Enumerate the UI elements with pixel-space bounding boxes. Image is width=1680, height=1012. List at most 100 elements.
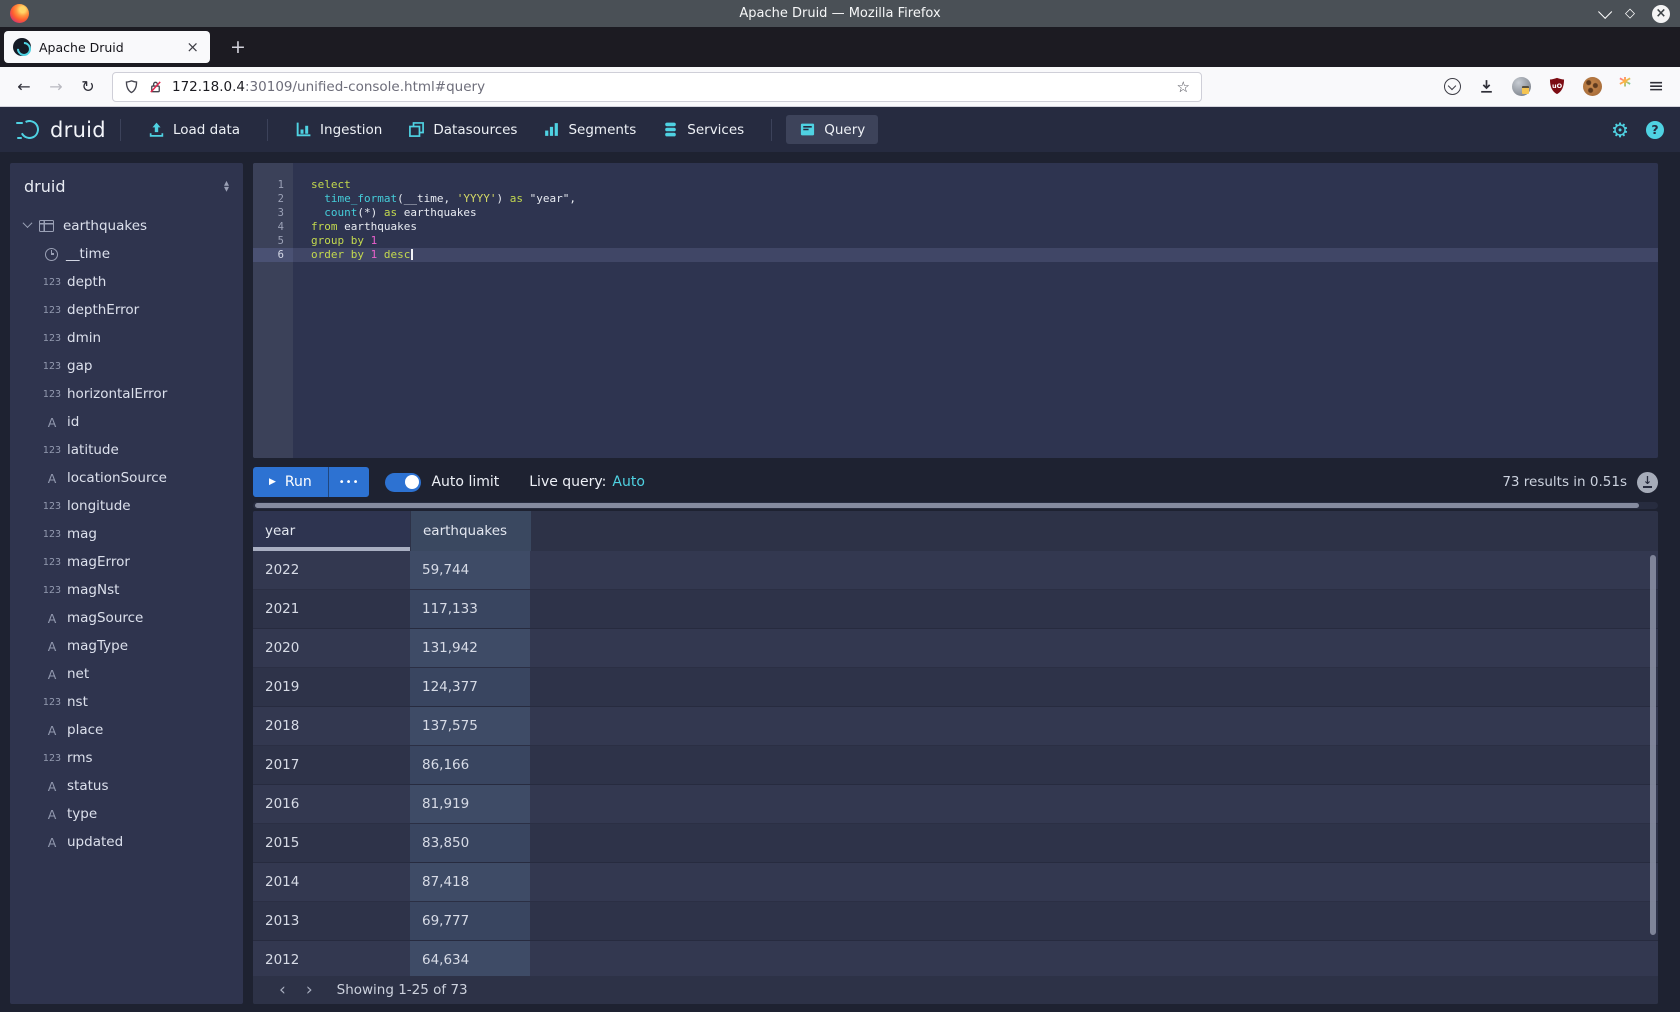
run-button[interactable]: ▶ Run [253,467,328,497]
reload-icon[interactable]: ↻ [74,77,102,96]
vertical-scrollbar-thumb[interactable] [1650,555,1656,935]
code-line: time_format(__time, 'YYYY') as "year", [293,192,1658,206]
column-item-place[interactable]: Aplace [10,716,243,744]
cell-year[interactable]: 2013 [253,902,410,940]
downloads-icon[interactable] [1478,78,1495,95]
tab-close-icon[interactable]: × [184,38,201,56]
column-item-locationSource[interactable]: AlocationSource [10,464,243,492]
cell-year[interactable]: 2016 [253,785,410,823]
nav-item-ingestion[interactable]: Ingestion [282,115,395,144]
tab-apache-druid[interactable]: Apache Druid × [4,31,210,63]
live-query-value[interactable]: Auto [612,474,645,490]
cell-earthquakes[interactable]: 124,377 [410,668,530,706]
column-item-status[interactable]: Astatus [10,772,243,800]
help-icon[interactable]: ? [1646,121,1664,139]
download-results-icon[interactable]: ↓ [1637,472,1658,493]
column-item-__time[interactable]: __time [10,240,243,268]
column-item-gap[interactable]: 123gap [10,352,243,380]
cell-earthquakes[interactable]: 87,418 [410,863,530,901]
schema-title[interactable]: druid [24,177,65,196]
cell-year[interactable]: 2022 [253,551,410,589]
column-item-updated[interactable]: Aupdated [10,828,243,856]
druid-logo-icon [16,118,42,142]
column-header-year[interactable]: year [253,511,410,551]
extension-asterisk-icon[interactable]: * [1619,77,1631,96]
cell-earthquakes[interactable]: 83,850 [410,824,530,862]
nav-item-query[interactable]: Query [786,115,878,144]
number-type-icon: 123 [40,753,64,764]
cell-year[interactable]: 2019 [253,668,410,706]
cell-year[interactable]: 2021 [253,590,410,628]
forward-icon[interactable]: → [42,77,70,96]
close-icon[interactable]: × [1652,5,1670,23]
sql-editor[interactable]: 123456 select time_format(__time, 'YYYY'… [253,163,1658,458]
cell-earthquakes[interactable]: 117,133 [410,590,530,628]
code-line: select [293,178,1658,192]
column-item-rms[interactable]: 123rms [10,744,243,772]
column-item-latitude[interactable]: 123latitude [10,436,243,464]
nav-item-load-data[interactable]: Load data [135,115,253,144]
nav-item-datasources[interactable]: Datasources [395,115,530,144]
cell-earthquakes[interactable]: 86,166 [410,746,530,784]
sort-columns-icon[interactable]: ▲▼ [224,181,229,192]
menu-icon[interactable]: ≡ [1648,77,1664,96]
next-page-icon[interactable]: › [296,982,323,999]
string-type-icon: A [40,667,64,682]
minimize-icon[interactable] [1598,4,1612,18]
column-name: __time [66,246,110,262]
column-item-id[interactable]: Aid [10,408,243,436]
ublock-origin-icon[interactable]: uO [1548,77,1566,96]
column-item-horizontalError[interactable]: 123horizontalError [10,380,243,408]
column-item-magError[interactable]: 123magError [10,548,243,576]
column-item-depth[interactable]: 123depth [10,268,243,296]
cell-earthquakes[interactable]: 131,942 [410,629,530,667]
column-header-earthquakes[interactable]: earthquakes [411,511,531,551]
maximize-icon[interactable]: ◇ [1625,7,1635,20]
column-item-longitude[interactable]: 123longitude [10,492,243,520]
column-item-depthError[interactable]: 123depthError [10,296,243,324]
cell-year[interactable]: 2015 [253,824,410,862]
column-item-type[interactable]: Atype [10,800,243,828]
column-item-net[interactable]: Anet [10,660,243,688]
account-extension-icon[interactable] [1512,77,1531,96]
column-item-mag[interactable]: 123mag [10,520,243,548]
bookmark-star-icon[interactable]: ☆ [1177,78,1190,96]
chevron-down-icon[interactable] [23,218,33,228]
nav-item-segments[interactable]: Segments [530,115,649,144]
cell-year[interactable]: 2018 [253,707,410,745]
datasource-item-earthquakes[interactable]: earthquakes [10,212,243,240]
column-item-magSource[interactable]: AmagSource [10,604,243,632]
cell-earthquakes[interactable]: 64,634 [410,941,530,976]
column-item-magType[interactable]: AmagType [10,632,243,660]
query-view: druid ▲▼ earthquakes __time 123depth123de… [0,152,1680,1012]
back-icon[interactable]: ← [10,77,38,96]
cell-year[interactable]: 2017 [253,746,410,784]
code-line: count(*) as earthquakes [293,206,1658,220]
new-tab-button[interactable]: + [224,36,252,58]
cell-year[interactable]: 2020 [253,629,410,667]
lock-disabled-icon[interactable] [148,79,163,95]
cell-earthquakes[interactable]: 59,744 [410,551,530,589]
cell-year[interactable]: 2014 [253,863,410,901]
shield-icon[interactable] [124,79,139,95]
cell-earthquakes[interactable]: 81,919 [410,785,530,823]
cell-earthquakes[interactable]: 137,575 [410,707,530,745]
cell-year[interactable]: 2012 [253,941,410,976]
column-item-dmin[interactable]: 123dmin [10,324,243,352]
horizontal-scrollbar-thumb[interactable] [255,503,1639,508]
druid-brand[interactable]: druid [16,118,106,142]
url-bar[interactable]: 172.18.0.4:30109/unified-console.html#qu… [112,72,1202,102]
horizontal-scrollbar[interactable] [253,502,1658,509]
cell-earthquakes[interactable]: 69,777 [410,902,530,940]
cookie-extension-icon[interactable] [1583,77,1602,96]
settings-gear-icon[interactable]: ⚙ [1611,120,1629,140]
run-more-button[interactable]: ••• [328,467,370,497]
auto-limit-toggle[interactable] [385,473,421,492]
column-name: type [67,806,97,822]
column-item-magNst[interactable]: 123magNst [10,576,243,604]
pocket-icon[interactable] [1444,78,1461,95]
previous-page-icon[interactable]: ‹ [269,982,296,999]
editor-code[interactable]: select time_format(__time, 'YYYY') as "y… [293,163,1658,458]
column-item-nst[interactable]: 123nst [10,688,243,716]
nav-item-services[interactable]: Services [649,115,757,144]
